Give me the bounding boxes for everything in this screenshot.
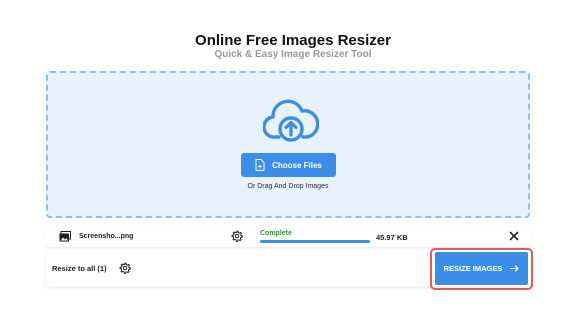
page-title: Online Free Images Resizer <box>195 32 391 49</box>
drop-zone[interactable]: Choose Files Or Drag And Drop Images <box>46 71 530 218</box>
resize-images-label: RESIZE IMAGES <box>443 264 503 273</box>
file-name: Screensho...png <box>79 233 134 240</box>
file-row: Screensho...png Complete 45.97 KB <box>46 226 530 248</box>
file-size: 45.97 KB <box>376 233 408 242</box>
progress-bar <box>260 240 370 243</box>
image-thumbnail-icon <box>59 231 71 242</box>
cloud-upload-icon <box>263 99 319 142</box>
add-file-icon <box>255 159 265 171</box>
choose-files-label: Choose Files <box>272 160 322 170</box>
resize-to-all-label: Resize to all (1) <box>52 264 107 273</box>
file-settings-gear-icon[interactable] <box>231 230 243 242</box>
remove-file-icon[interactable] <box>508 230 520 242</box>
choose-files-button[interactable]: Choose Files <box>241 153 336 177</box>
progress-fill <box>260 240 370 243</box>
resize-images-button[interactable]: RESIZE IMAGES <box>435 252 528 285</box>
drag-drop-hint: Or Drag And Drop Images <box>247 183 329 190</box>
arrow-right-icon <box>510 265 519 272</box>
resize-all-settings-gear-icon[interactable] <box>119 262 131 274</box>
page-subtitle: Quick & Easy Image Resizer Tool <box>214 49 372 60</box>
upload-status: Complete <box>260 230 292 237</box>
